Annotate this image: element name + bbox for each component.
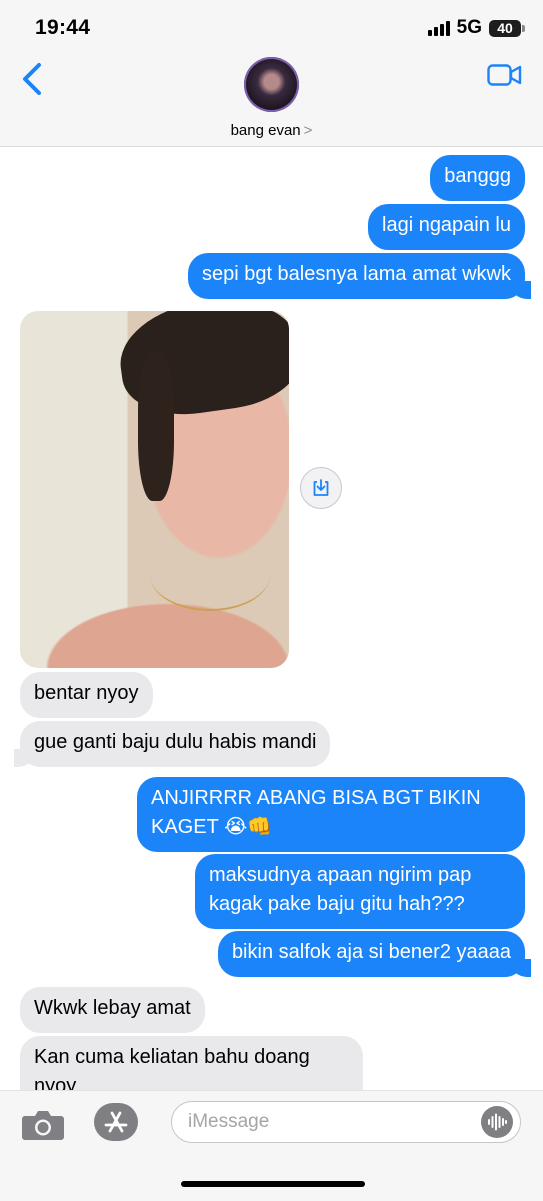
message-text: Kan cuma keliatan bahu doang nyoy	[34, 1046, 310, 1090]
photo-message[interactable]	[20, 311, 289, 668]
battery-level: 40	[497, 20, 513, 36]
contact-name: bang evan	[230, 122, 301, 139]
message-bubble-outgoing[interactable]: lagi ngapain lu	[368, 204, 525, 250]
message-text: ANJIRRRR ABANG BISA BGT BIKIN KAGET 😭👊	[151, 787, 481, 838]
message-thread[interactable]: banggg lagi ngapain lu sepi bgt balesnya…	[0, 147, 543, 1090]
message-text: lagi ngapain lu	[382, 214, 511, 236]
chevron-left-icon[interactable]	[20, 62, 44, 96]
message-bubble-outgoing[interactable]: bikin salfok aja si bener2 yaaaa	[217, 931, 532, 977]
video-camera-icon[interactable]	[487, 64, 522, 86]
message-bubble-outgoing[interactable]: maksudnya apaan ngirim pap kagak pake ba…	[195, 854, 525, 929]
message-bubble-outgoing[interactable]: ANJIRRRR ABANG BISA BGT BIKIN KAGET 😭👊	[137, 777, 525, 852]
message-input[interactable]	[171, 1101, 521, 1143]
camera-icon[interactable]	[21, 1108, 65, 1142]
app-store-icon[interactable]	[94, 1103, 138, 1141]
chevron-right-icon: >	[303, 122, 313, 139]
message-bubble-outgoing[interactable]: sepi bgt balesnya lama amat wkwk	[187, 253, 532, 299]
save-image-icon[interactable]	[300, 467, 342, 509]
message-bubble-incoming[interactable]: gue ganti baju dulu habis mandi	[13, 721, 331, 767]
message-bubble-incoming[interactable]: Wkwk lebay amat	[20, 987, 205, 1033]
message-text: maksudnya apaan ngirim pap kagak pake ba…	[209, 864, 472, 915]
network-type: 5G	[456, 17, 482, 38]
contact-avatar[interactable]	[244, 57, 299, 112]
cellular-signal-icon	[427, 20, 450, 36]
download-icon	[313, 479, 329, 496]
contact-name-button[interactable]: bang evan >	[0, 122, 543, 139]
message-text: gue ganti baju dulu habis mandi	[34, 731, 317, 753]
message-bubble-incoming[interactable]: bentar nyoy	[20, 672, 153, 718]
message-text: banggg	[444, 165, 511, 187]
message-bubble-incoming[interactable]: Kan cuma keliatan bahu doang nyoy	[20, 1036, 363, 1090]
apps-glyph	[104, 1111, 128, 1133]
message-text: Wkwk lebay amat	[34, 997, 191, 1019]
status-time: 19:44	[35, 16, 91, 39]
message-text: bentar nyoy	[34, 682, 139, 704]
audio-waveform-icon[interactable]	[481, 1106, 513, 1138]
battery-icon: 40	[489, 19, 525, 37]
home-indicator	[181, 1181, 365, 1187]
message-bubble-outgoing[interactable]: banggg	[430, 155, 525, 201]
conversation-header: 19:44 5G 40 bang evan >	[0, 0, 543, 147]
message-text: sepi bgt balesnya lama amat wkwk	[201, 263, 511, 285]
waveform-glyph	[488, 1113, 507, 1131]
message-text: bikin salfok aja si bener2 yaaaa	[231, 941, 511, 963]
status-indicators: 5G 40	[427, 17, 525, 39]
